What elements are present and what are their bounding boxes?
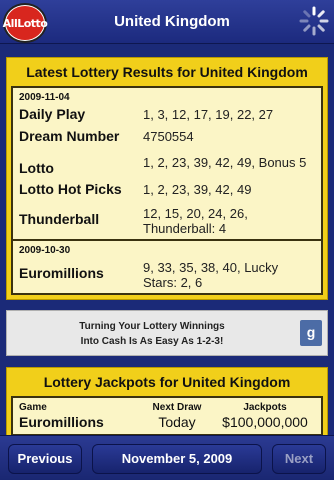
jackpots-heading: Lottery Jackpots for United Kingdom — [43, 374, 291, 390]
column-header-jackpots: Jackpots — [243, 402, 287, 413]
page-title: United Kingdom — [114, 13, 230, 30]
draw-date: 2009-10-30 — [19, 245, 71, 256]
winning-numbers: 1, 3, 12, 17, 19, 22, 27 — [143, 107, 274, 122]
column-header-next-draw: Next Draw — [152, 402, 202, 413]
winning-numbers: 9, 33, 35, 38, 40, Lucky Stars: 2, 6 — [143, 260, 279, 290]
results-heading: Latest Lottery Results for United Kingdo… — [26, 64, 308, 80]
winning-numbers: 4750554 — [143, 129, 194, 144]
jackpot-game: Euromillions — [19, 414, 104, 430]
alllotto-logo[interactable]: AllLotto — [2, 3, 48, 43]
result-row[interactable]: Daily Play 1, 3, 12, 17, 19, 22, 27 — [19, 105, 315, 127]
result-row[interactable]: Euromillions 9, 33, 35, 38, 40, Lucky St… — [19, 258, 315, 290]
game-name: Lotto — [19, 160, 54, 176]
winning-numbers: 12, 15, 20, 24, 26, Thunderball: 4 — [143, 206, 248, 236]
next-button[interactable]: Next — [272, 444, 326, 474]
results-table: 2009-11-04 Daily Play 1, 3, 12, 17, 19, … — [11, 86, 323, 295]
logo-text: AllLotto — [2, 16, 48, 30]
draw-date: 2009-11-04 — [19, 92, 70, 103]
previous-button[interactable]: Previous — [8, 444, 82, 474]
results-group: 2009-11-04 Daily Play 1, 3, 12, 17, 19, … — [13, 88, 321, 239]
ad-banner[interactable]: Turning Your Lottery Winnings Into Cash … — [6, 310, 328, 356]
result-row[interactable]: Thunderball 12, 15, 20, 24, 26, Thunderb… — [19, 204, 315, 236]
column-header-game: Game — [19, 402, 47, 413]
jackpots-header-row: Game Next Draw Jackpots — [13, 398, 321, 413]
game-name: Euromillions — [19, 265, 104, 281]
ad-line-1: Turning Your Lottery Winnings — [79, 321, 225, 332]
ad-line-2: Into Cash Is As Easy As 1-2-3! — [80, 336, 224, 347]
bottom-bar: Previous November 5, 2009 Next — [0, 435, 334, 480]
spinner-icon — [299, 6, 329, 36]
jackpots-table: Game Next Draw Jackpots Euromillions Tod… — [11, 396, 323, 436]
results-panel: Latest Lottery Results for United Kingdo… — [6, 57, 328, 300]
winning-numbers: 1, 2, 23, 39, 42, 49, Bonus 5 — [143, 155, 307, 170]
result-row[interactable]: Lotto Hot Picks 1, 2, 23, 39, 42, 49 — [19, 180, 315, 202]
results-group: 2009-10-30 Euromillions 9, 33, 35, 38, 4… — [13, 239, 321, 293]
ad-google-button[interactable]: g — [300, 320, 322, 346]
content-area: Latest Lottery Results for United Kingdo… — [0, 45, 334, 437]
jackpot-amount: $100,000,000 — [222, 414, 308, 430]
game-name: Thunderball — [19, 211, 100, 227]
jackpot-next-draw: Today — [158, 414, 196, 430]
top-bar: AllLotto United Kingdom — [0, 0, 334, 44]
result-row[interactable]: Dream Number 4750554 — [19, 127, 315, 149]
game-name: Daily Play — [19, 106, 86, 122]
jackpots-panel: Lottery Jackpots for United Kingdom Game… — [6, 367, 328, 437]
result-row[interactable]: Lotto 1, 2, 23, 39, 42, 49, Bonus 5 — [19, 153, 315, 177]
winning-numbers: 1, 2, 23, 39, 42, 49 — [143, 182, 252, 197]
jackpot-row[interactable]: Euromillions Today $100,000,000 — [13, 413, 321, 434]
game-name: Dream Number — [19, 128, 120, 144]
date-button[interactable]: November 5, 2009 — [92, 444, 262, 474]
game-name: Lotto Hot Picks — [19, 181, 122, 197]
